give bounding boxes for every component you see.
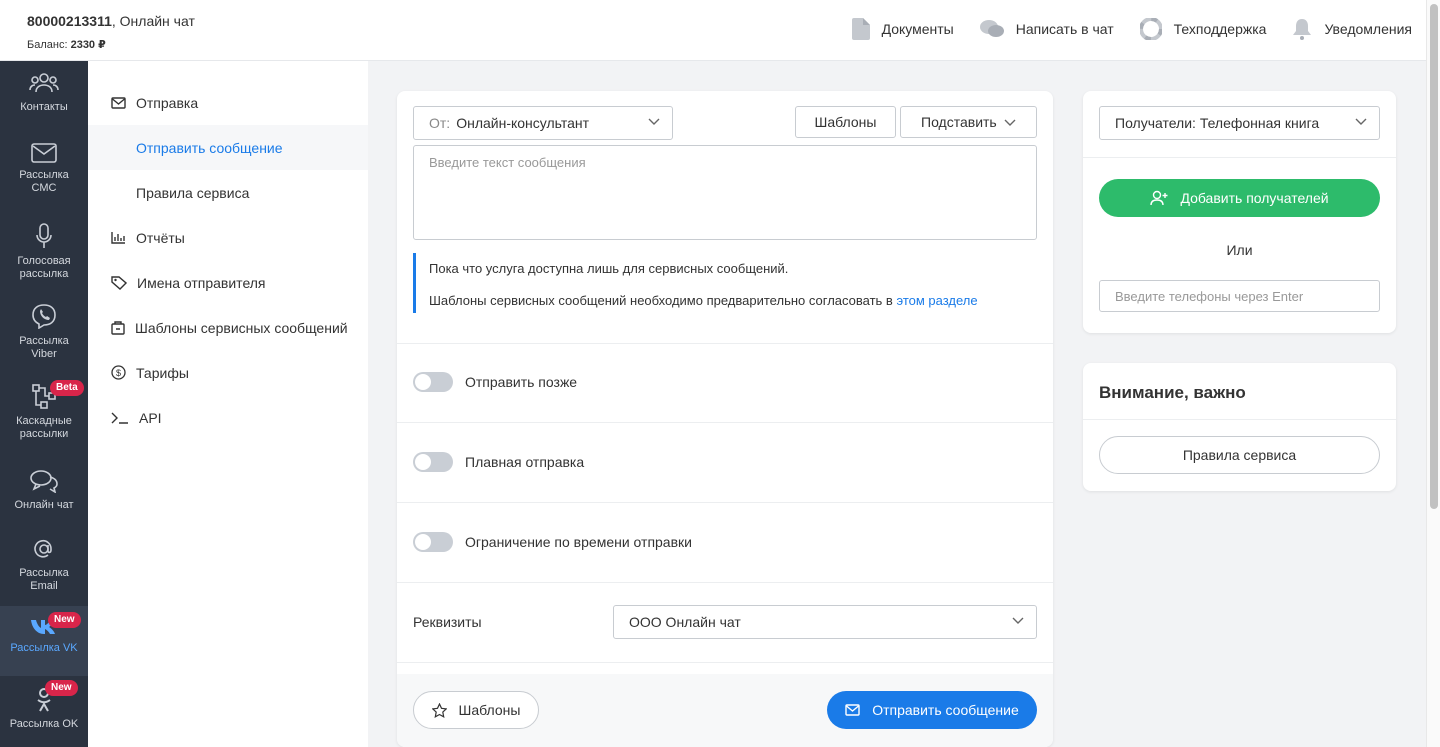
template-icon [111, 320, 125, 335]
beta-badge: Beta [50, 380, 84, 396]
document-icon [851, 18, 870, 40]
divider [397, 502, 1053, 503]
section-sidebar: Отправка Отправить сообщение Правила сер… [88, 61, 368, 747]
notifications-link[interactable]: Уведомления [1292, 18, 1412, 40]
from-select[interactable]: От: Онлайн-консультант [413, 106, 673, 140]
account-phone: 80000213311 [27, 13, 112, 29]
star-icon [431, 702, 447, 718]
rail-voice[interactable]: Голосовая рассылка [0, 223, 88, 281]
send-later-row: Отправить позже [413, 372, 577, 392]
subnav-tariffs[interactable]: $ Тарифы [88, 350, 368, 395]
compose-card: От: Онлайн-консультант Шаблоны Подставит… [397, 91, 1053, 747]
account-name: , Онлайн чат [111, 13, 195, 29]
message-textarea[interactable]: Введите текст сообщения [413, 145, 1037, 240]
new-badge-vk: New [48, 612, 81, 628]
microphone-icon [36, 223, 52, 248]
service-notice: Пока что услуга доступна лишь для сервис… [413, 253, 1013, 313]
subnav-sender-names[interactable]: Имена отправителя [88, 260, 368, 305]
service-rules-button[interactable]: Правила сервиса [1099, 436, 1380, 474]
write-chat-link[interactable]: Написать в чат [979, 18, 1114, 40]
or-label: Или [1226, 242, 1253, 258]
lifebuoy-icon [1139, 18, 1162, 40]
from-prefix: От: [429, 115, 451, 131]
chat-bubbles-icon [979, 20, 1004, 37]
at-sign-icon [34, 539, 52, 558]
subnav-send[interactable]: Отправка [88, 80, 368, 125]
attention-card: Внимание, важно Правила сервиса [1083, 363, 1396, 491]
chevron-down-icon [1012, 617, 1024, 624]
this-section-link[interactable]: этом разделе [896, 293, 977, 308]
rail-cascade[interactable]: Каскадные рассылки Beta [0, 380, 88, 441]
rail-contacts[interactable]: Контакты [0, 71, 88, 114]
rail-vk[interactable]: Рассылка VK New [0, 606, 88, 676]
terminal-icon [111, 412, 128, 424]
envelope-icon [845, 704, 860, 716]
viber-icon [32, 304, 56, 329]
subnav-service-templates[interactable]: Шаблоны сервисных сообщений [88, 305, 368, 350]
send-message-button[interactable]: Отправить сообщение [827, 691, 1037, 729]
smooth-send-toggle[interactable] [413, 452, 453, 472]
subnav-service-rules[interactable]: Правила сервиса [88, 170, 368, 215]
attention-title: Внимание, важно [1099, 383, 1246, 402]
page-scrollbar[interactable] [1426, 0, 1440, 747]
time-limit-row: Ограничение по времени отправки [413, 532, 692, 552]
balance-label: Баланс: [27, 39, 68, 51]
divider [1083, 157, 1396, 158]
subnav-send-message[interactable]: Отправить сообщение [88, 125, 368, 170]
new-badge-ok: New [45, 680, 78, 696]
divider [397, 422, 1053, 423]
requisites-select[interactable]: ООО Онлайн чат [613, 605, 1037, 639]
requisites-label: Реквизиты [413, 614, 482, 630]
scrollbar-thumb[interactable] [1430, 4, 1438, 509]
balance-value: 2330 ₽ [70, 39, 106, 51]
divider [397, 582, 1053, 583]
rail-online-chat[interactable]: Онлайн чат [0, 469, 88, 512]
compose-footer: Шаблоны Отправить сообщение [397, 674, 1053, 747]
chevron-down-icon [1355, 118, 1367, 125]
bell-icon [1293, 19, 1312, 40]
documents-link[interactable]: Документы [851, 18, 954, 40]
templates-button[interactable]: Шаблоны [795, 106, 896, 138]
rail-sms[interactable]: Рассылка СМС [0, 143, 88, 195]
svg-text:$: $ [116, 368, 121, 378]
from-value: Онлайн-консультант [456, 115, 590, 131]
rail-email[interactable]: Рассылка Email [0, 537, 88, 593]
contacts-icon [29, 73, 59, 93]
chevron-down-icon [648, 118, 660, 125]
add-recipients-button[interactable]: Добавить получателей [1099, 179, 1380, 217]
add-user-icon [1150, 190, 1168, 206]
divider [397, 662, 1053, 663]
divider [397, 343, 1053, 344]
phones-input[interactable]: Введите телефоны через Enter [1099, 280, 1380, 312]
time-limit-toggle[interactable] [413, 532, 453, 552]
subnav-api[interactable]: API [88, 395, 368, 440]
subnav-reports[interactable]: Отчёты [88, 215, 368, 260]
divider [1083, 419, 1396, 420]
envelope-icon [111, 96, 126, 109]
top-nav: Документы Написать в чат Техподдержка Ув… [826, 18, 1412, 40]
chart-icon [111, 232, 125, 244]
support-link[interactable]: Техподдержка [1139, 18, 1266, 40]
smooth-send-row: Плавная отправка [413, 452, 584, 472]
rail-ok[interactable]: Рассылка OK New [0, 680, 88, 731]
dollar-circle-icon: $ [111, 365, 126, 380]
recipients-select[interactable]: Получатели: Телефонная книга [1099, 106, 1380, 140]
account-info: 80000213311, Онлайн чат Баланс: 2330 ₽ [27, 13, 195, 51]
chat-icon [30, 470, 58, 493]
envelope-icon [31, 143, 57, 163]
recipients-card: Получатели: Телефонная книга Добавить по… [1083, 91, 1396, 333]
tag-icon [111, 275, 127, 290]
rail-viber[interactable]: Рассылка Viber [0, 303, 88, 361]
top-bar: 80000213311, Онлайн чат Баланс: 2330 ₽ Д… [0, 0, 1426, 61]
main-sidebar: Контакты Рассылка СМС Голосовая рассылка… [0, 61, 88, 747]
footer-templates-button[interactable]: Шаблоны [413, 691, 539, 729]
insert-button[interactable]: Подставить [900, 106, 1037, 138]
chevron-down-icon [1004, 119, 1016, 126]
send-later-toggle[interactable] [413, 372, 453, 392]
